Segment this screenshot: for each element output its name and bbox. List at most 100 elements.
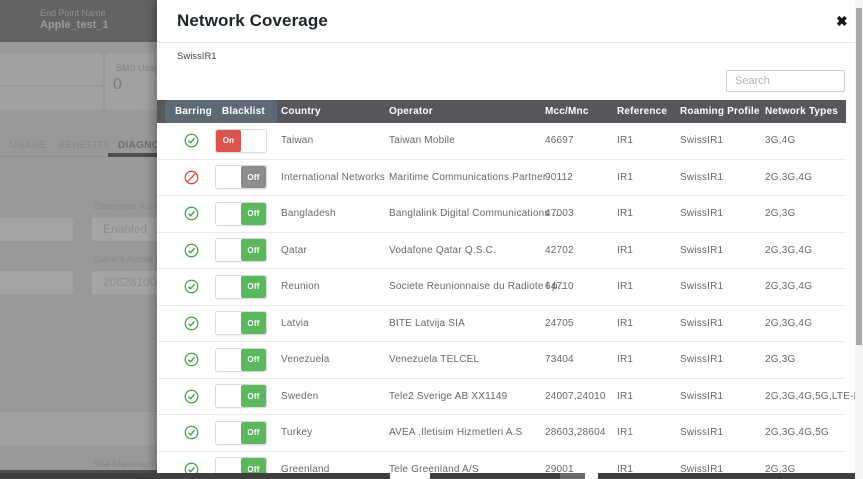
roaming-profile-cell: SwissIR1 (680, 245, 765, 256)
col-header-reference[interactable]: Reference (617, 106, 680, 117)
network-types-cell: 2G,3G,4G (765, 172, 846, 183)
table-row: Off Qatar Vodafone Qatar Q.S.C. 42702 IR… (157, 233, 846, 270)
country-cell: Bangladesh (281, 208, 389, 219)
reference-cell: IR1 (617, 318, 680, 329)
background-input-stub (0, 218, 73, 241)
bottom-strip-gap (390, 473, 430, 479)
reference-cell: IR1 (617, 135, 680, 146)
tab-benefits[interactable]: BENEFITS (58, 140, 110, 151)
country-cell: Turkey (281, 427, 389, 438)
table-header-row: Barring Blacklist Country Operator Mcc/M… (157, 100, 846, 123)
barring-cell (175, 352, 215, 367)
toggle-knob (216, 276, 241, 298)
table-row: On Taiwan Taiwan Mobile 46697 IR1 SwissI… (157, 123, 846, 160)
network-types-cell: 2G,3G,4G (765, 245, 846, 256)
toggle-state-label: Off (241, 422, 266, 444)
profile-name-label: SwissIR1 (177, 51, 217, 62)
network-types-cell: 2G,3G (765, 208, 846, 219)
barring-allowed-icon (184, 389, 199, 404)
scrollbar-thumb[interactable] (856, 8, 862, 345)
mcc-mnc-cell: 24007,24010 (545, 391, 617, 402)
blacklist-toggle[interactable]: Off (215, 421, 267, 445)
blacklist-cell: On (215, 129, 281, 153)
country-cell: Latvia (281, 318, 389, 329)
blacklist-cell: Off (215, 275, 281, 299)
reference-cell: IR1 (617, 172, 680, 183)
close-icon[interactable]: ✖ (836, 13, 848, 29)
vertical-scrollbar[interactable] (855, 0, 863, 479)
roaming-profile-cell: SwissIR1 (680, 281, 765, 292)
tab-usage[interactable]: USAGE (10, 140, 47, 151)
blacklist-toggle[interactable]: On (215, 129, 267, 153)
barring-cell (175, 133, 215, 148)
table-row: Off Reunion Societe Reunionnaise du Radi… (157, 269, 846, 306)
roaming-profile-cell: SwissIR1 (680, 318, 765, 329)
blacklist-toggle[interactable]: Off (215, 238, 267, 262)
barring-cell (175, 279, 215, 294)
blacklist-cell: Off (215, 348, 281, 372)
blacklist-cell: Off (215, 202, 281, 226)
toggle-knob (216, 422, 241, 444)
barring-cell (175, 316, 215, 331)
col-header-blacklist[interactable]: Blacklist (215, 106, 281, 117)
mcc-mnc-cell: 90112 (545, 172, 617, 183)
toggle-knob (216, 349, 241, 371)
endpoint-name-label: End Point Name (40, 8, 106, 18)
col-header-mcc-mnc[interactable]: Mcc/Mnc (545, 106, 617, 117)
blacklist-cell: Off (215, 311, 281, 335)
network-types-cell: 2G,3G,4G,5G (765, 427, 846, 438)
toggle-state-label: Off (241, 349, 266, 371)
background-section-band (0, 412, 157, 445)
blacklist-toggle[interactable]: Off (215, 275, 267, 299)
roaming-profile-cell: SwissIR1 (680, 354, 765, 365)
coverage-table-rows: On Taiwan Taiwan Mobile 46697 IR1 SwissI… (157, 123, 846, 479)
barring-allowed-icon (184, 133, 199, 148)
toggle-knob (241, 130, 266, 152)
toggle-state-label: Off (241, 203, 266, 225)
country-cell: Taiwan (281, 135, 389, 146)
blacklist-cell: Off (215, 421, 281, 445)
roaming-profile-cell: SwissIR1 (680, 208, 765, 219)
blacklist-toggle[interactable]: Off (215, 348, 267, 372)
blacklist-toggle[interactable]: Off (215, 165, 267, 189)
table-row: Off International Networks Maritime Comm… (157, 160, 846, 197)
table-row: Off Sweden Tele2 Sverige AB XX1149 24007… (157, 379, 846, 416)
operator-cell: Vodafone Qatar Q.S.C. (389, 245, 545, 256)
modal-title: Network Coverage (177, 11, 328, 31)
operator-cell: AVEA .Iletisim Hizmetleri A.S (389, 427, 545, 438)
barring-allowed-icon (184, 352, 199, 367)
mcc-mnc-cell: 42702 (545, 245, 617, 256)
blacklist-toggle[interactable]: Off (215, 311, 267, 335)
operator-cell: BITE Latvija SIA (389, 318, 545, 329)
network-types-cell: 3G,4G (765, 135, 846, 146)
reference-cell: IR1 (617, 427, 680, 438)
blacklist-toggle[interactable]: Off (215, 202, 267, 226)
search-input[interactable] (726, 70, 845, 92)
barring-barred-icon (184, 170, 199, 185)
col-header-network-types[interactable]: Network Types (765, 106, 846, 117)
roaming-profile-cell: SwissIR1 (680, 172, 765, 183)
toggle-state-label: Off (241, 166, 266, 188)
barring-cell (175, 206, 215, 221)
toggle-knob (216, 203, 241, 225)
col-header-operator[interactable]: Operator (389, 106, 545, 117)
toggle-knob (216, 312, 241, 334)
col-header-roaming-profile[interactable]: Roaming Profile (680, 106, 765, 117)
toggle-state-label: Off (241, 239, 266, 261)
country-cell: Qatar (281, 245, 389, 256)
mcc-mnc-cell: 47003 (545, 208, 617, 219)
col-header-barring[interactable]: Barring (175, 106, 215, 117)
usage-card (0, 53, 103, 110)
coverage-table: Barring Blacklist Country Operator Mcc/M… (157, 100, 846, 479)
network-coverage-modal: Network Coverage ✖ SwissIR1 Barring Blac… (157, 0, 855, 479)
barring-cell (175, 425, 215, 440)
toggle-knob (216, 385, 241, 407)
blacklist-toggle[interactable]: Off (215, 384, 267, 408)
toggle-state-label: Off (241, 312, 266, 334)
barring-allowed-icon (184, 425, 199, 440)
toggle-knob (216, 166, 241, 188)
network-types-cell: 2G,3G,4G (765, 318, 846, 329)
endpoint-name-value: Apple_test_1 (40, 19, 108, 31)
col-header-country[interactable]: Country (281, 106, 389, 117)
toggle-knob (216, 239, 241, 261)
